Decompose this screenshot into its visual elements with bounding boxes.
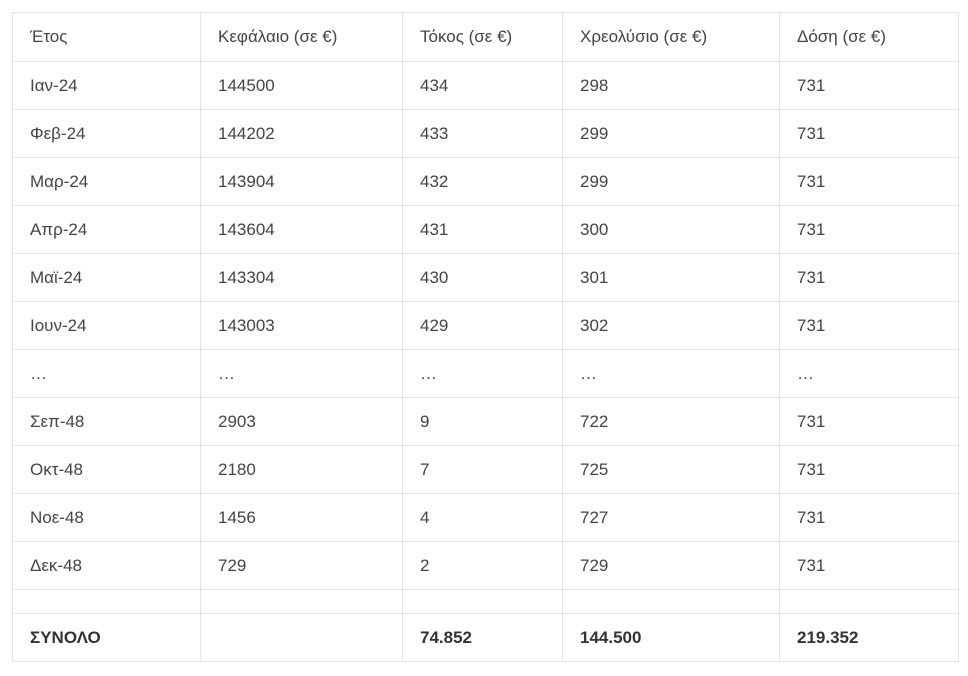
cell-installment: 731 [779,493,959,542]
cell-installment: 731 [779,61,959,110]
cell-principal: 1456 [200,493,403,542]
empty-cell [12,589,201,614]
cell-year: Οκτ-48 [12,445,201,494]
cell-amortization: 302 [562,301,780,350]
table-row: Ιαν-24 144500 434 298 731 [12,61,959,110]
cell-amortization: 299 [562,109,780,158]
total-interest: 74.852 [402,613,563,662]
table-row: Δεκ-48 729 2 729 731 [12,541,959,590]
total-installment: 219.352 [779,613,959,662]
empty-cell [200,589,403,614]
table-row: Ιουν-24 143003 429 302 731 [12,301,959,350]
empty-cell [779,589,959,614]
cell-interest: … [402,349,563,398]
table-row: Οκτ-48 2180 7 725 731 [12,445,959,494]
cell-interest: 429 [402,301,563,350]
cell-year: Ιουν-24 [12,301,201,350]
cell-installment: 731 [779,253,959,302]
cell-installment: 731 [779,541,959,590]
cell-interest: 431 [402,205,563,254]
cell-principal: 143904 [200,157,403,206]
empty-cell [402,589,563,614]
cell-amortization: 725 [562,445,780,494]
cell-amortization: 298 [562,61,780,110]
cell-amortization: 300 [562,205,780,254]
cell-year: Απρ-24 [12,205,201,254]
total-amortization: 144.500 [562,613,780,662]
table-total-row: ΣΥΝΟΛΟ 74.852 144.500 219.352 [12,613,959,662]
cell-principal: 2903 [200,397,403,446]
table-row-ellipsis: … … … … … [12,349,959,398]
table-row: Φεβ-24 144202 433 299 731 [12,109,959,158]
cell-interest: 7 [402,445,563,494]
amortization-table: Έτος Κεφάλαιο (σε €) Τόκος (σε €) Χρεολύ… [12,12,959,662]
cell-principal: 143304 [200,253,403,302]
cell-year: Νοε-48 [12,493,201,542]
cell-year: … [12,349,201,398]
cell-principal: 2180 [200,445,403,494]
cell-installment: 731 [779,397,959,446]
header-amortization: Χρεολύσιο (σε €) [562,12,780,62]
header-year: Έτος [12,12,201,62]
cell-interest: 4 [402,493,563,542]
cell-year: Δεκ-48 [12,541,201,590]
amortization-table-container: Έτος Κεφάλαιο (σε €) Τόκος (σε €) Χρεολύ… [12,12,959,662]
cell-amortization: 729 [562,541,780,590]
cell-interest: 432 [402,157,563,206]
cell-amortization: 299 [562,157,780,206]
table-row: Σεπ-48 2903 9 722 731 [12,397,959,446]
cell-principal: 143604 [200,205,403,254]
table-header-row: Έτος Κεφάλαιο (σε €) Τόκος (σε €) Χρεολύ… [12,12,959,62]
total-label: ΣΥΝΟΛΟ [12,613,201,662]
cell-amortization: 722 [562,397,780,446]
cell-amortization: 727 [562,493,780,542]
cell-installment: 731 [779,301,959,350]
cell-installment: … [779,349,959,398]
cell-installment: 731 [779,157,959,206]
empty-cell [562,589,780,614]
table-row: Απρ-24 143604 431 300 731 [12,205,959,254]
cell-year: Φεβ-24 [12,109,201,158]
cell-interest: 9 [402,397,563,446]
cell-principal: … [200,349,403,398]
cell-installment: 731 [779,445,959,494]
cell-interest: 433 [402,109,563,158]
table-spacer-row [12,589,959,614]
table-row: Νοε-48 1456 4 727 731 [12,493,959,542]
cell-interest: 430 [402,253,563,302]
cell-principal: 144202 [200,109,403,158]
table-row: Μαϊ-24 143304 430 301 731 [12,253,959,302]
cell-principal: 729 [200,541,403,590]
cell-year: Μαϊ-24 [12,253,201,302]
cell-interest: 2 [402,541,563,590]
total-principal [200,613,403,662]
cell-installment: 731 [779,109,959,158]
header-installment: Δόση (σε €) [779,12,959,62]
header-interest: Τόκος (σε €) [402,12,563,62]
header-principal: Κεφάλαιο (σε €) [200,12,403,62]
cell-amortization: … [562,349,780,398]
cell-year: Μαρ-24 [12,157,201,206]
cell-year: Σεπ-48 [12,397,201,446]
cell-interest: 434 [402,61,563,110]
cell-principal: 144500 [200,61,403,110]
cell-year: Ιαν-24 [12,61,201,110]
cell-amortization: 301 [562,253,780,302]
table-row: Μαρ-24 143904 432 299 731 [12,157,959,206]
cell-installment: 731 [779,205,959,254]
cell-principal: 143003 [200,301,403,350]
